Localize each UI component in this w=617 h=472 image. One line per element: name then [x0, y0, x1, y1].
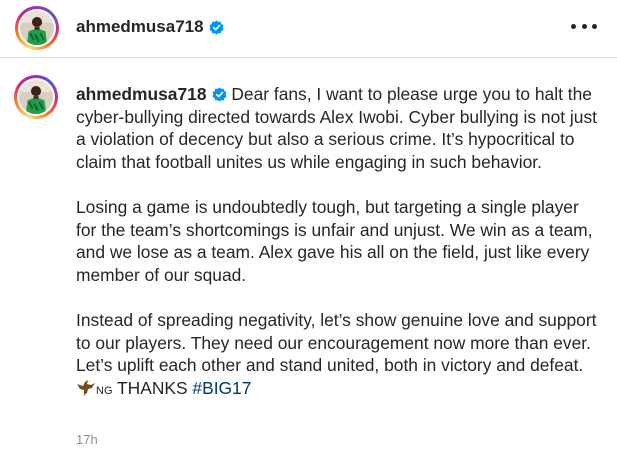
verified-badge-icon: [212, 87, 226, 102]
more-options-icon[interactable]: [571, 16, 597, 36]
eagle-emoji-icon: [77, 379, 95, 396]
post-header: ahmedmusa718: [0, 0, 617, 58]
caption-paragraph-2: Losing a game is undoubtedly tough, but …: [76, 196, 593, 285]
header-username[interactable]: ahmedmusa718: [76, 17, 204, 37]
hashtag-link[interactable]: #BIG17: [192, 378, 251, 398]
header-username-row: ahmedmusa718: [76, 17, 224, 37]
profile-avatar[interactable]: [15, 6, 59, 50]
caption-paragraph-1: ahmedmusa718 Dear fans, I want to please…: [76, 83, 601, 173]
post-timestamp[interactable]: 17h: [76, 432, 98, 447]
avatar-photo: [20, 11, 54, 45]
post-author-avatar[interactable]: [14, 75, 58, 119]
caption-paragraph-3: Instead of spreading negativity, let’s s…: [76, 309, 601, 402]
emoji-flag-label: NG: [96, 384, 113, 397]
caption-closing: THANKS: [117, 377, 188, 398]
post-caption: ahmedmusa718 Dear fans, I want to please…: [76, 83, 601, 425]
caption-username[interactable]: ahmedmusa718: [76, 84, 207, 104]
caption-text-3: Instead of spreading negativity, let’s s…: [76, 309, 597, 376]
avatar-photo: [19, 80, 53, 114]
verified-badge-icon: [209, 19, 224, 35]
